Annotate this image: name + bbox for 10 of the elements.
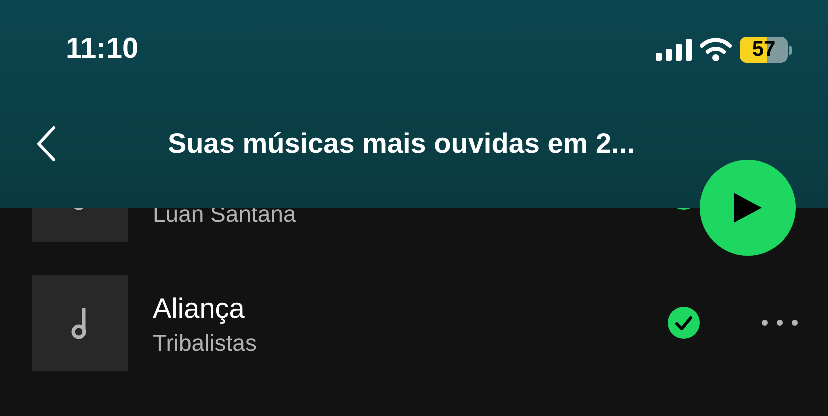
back-icon <box>36 126 56 162</box>
page-title: Suas músicas mais ouvidas em 2... <box>168 127 635 161</box>
status-time: 11:10 <box>66 32 139 68</box>
track-artist: Luan Santana <box>153 200 298 229</box>
signal-icon <box>656 39 692 61</box>
music-note-icon <box>71 306 89 340</box>
wifi-icon <box>700 38 732 62</box>
track-artist: Tribalistas <box>153 329 258 358</box>
play-icon <box>732 191 764 225</box>
track-title: Aliança <box>153 292 246 326</box>
